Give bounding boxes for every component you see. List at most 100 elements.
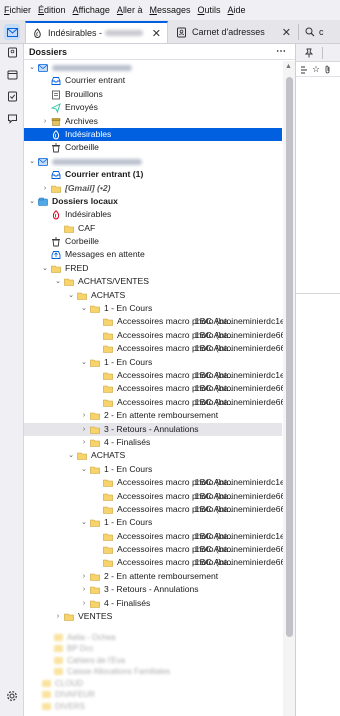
star-icon[interactable]: ☆ bbox=[312, 64, 320, 75]
folder-row[interactable]: Accessoires macro photo (ba... LBC Antoin… bbox=[24, 396, 295, 409]
folder-row[interactable]: › 3 - Retours - Annulations bbox=[24, 422, 282, 436]
folder-row[interactable]: Courrier entrant (1) bbox=[24, 168, 282, 181]
folder-row[interactable]: Accessoires macro photo (ba... LBC Antoin… bbox=[24, 476, 294, 489]
chevron-right-icon[interactable]: › bbox=[41, 182, 49, 195]
chevron-right-icon[interactable]: › bbox=[41, 115, 49, 128]
folder-row[interactable]: Indésirables bbox=[24, 127, 282, 142]
chevron-down-icon[interactable]: ⌄ bbox=[41, 262, 49, 275]
folder-row[interactable]: Accessoires macro photo (ba... LBC Antoin… bbox=[24, 382, 295, 395]
menu-affichage[interactable]: Affichage bbox=[73, 5, 110, 15]
folder-label-extra: LBC Antoineminierde6668 bbox=[195, 557, 295, 568]
attachment-icon[interactable] bbox=[324, 65, 331, 74]
folder-row[interactable]: ⌄ 1 - En Cours bbox=[24, 356, 282, 369]
folder-label: 2 - En attente remboursement bbox=[104, 570, 219, 581]
folder-row[interactable]: Accessoires macro photo (ba... LBC Antoin… bbox=[24, 543, 295, 556]
chevron-down-icon[interactable]: ⌄ bbox=[80, 356, 88, 369]
folder-row[interactable]: ⌄ 1 - En Cours bbox=[24, 302, 282, 315]
folder-icon bbox=[103, 492, 113, 502]
chevron-right-icon[interactable]: › bbox=[80, 570, 88, 583]
folder-row[interactable]: Accessoires macro photo (ba... LBC Antoin… bbox=[24, 342, 295, 355]
chevron-right-icon[interactable]: › bbox=[80, 409, 88, 422]
folder-label: Aelia - Ochea bbox=[67, 632, 116, 642]
account-row[interactable]: ⌄ bbox=[24, 61, 282, 74]
tab-search[interactable]: c bbox=[305, 21, 324, 43]
folder-icon bbox=[90, 425, 100, 435]
folder-row[interactable]: ⌄ ACHATS/VENTES bbox=[24, 275, 282, 288]
folder-row[interactable]: Courrier entrant bbox=[24, 74, 282, 87]
folder-row[interactable]: Messages en attente bbox=[24, 248, 282, 261]
chevron-right-icon[interactable]: › bbox=[80, 436, 88, 449]
menu-édition[interactable]: Édition bbox=[38, 5, 66, 15]
tab-address-book[interactable]: Carnet d'adresses ✕ bbox=[170, 21, 297, 43]
chevron-down-icon[interactable]: ⌄ bbox=[28, 195, 36, 208]
chevron-right-icon[interactable]: › bbox=[80, 597, 88, 610]
more-options-icon[interactable]: ⋯ bbox=[276, 46, 287, 57]
tab-label: c bbox=[319, 27, 324, 37]
folder-row[interactable]: Accessoires macro photo (ba... LBC Antoin… bbox=[24, 369, 294, 382]
folder-icon bbox=[90, 585, 100, 595]
inbox-icon bbox=[51, 76, 61, 86]
folder-row[interactable]: Corbeille bbox=[24, 235, 282, 248]
menu-aller-à[interactable]: Aller à bbox=[117, 5, 143, 15]
folder-row[interactable]: CAF bbox=[24, 222, 282, 235]
close-icon[interactable]: ✕ bbox=[152, 27, 161, 40]
folder-row[interactable]: Accessoires macro photo (ba... LBC Antoin… bbox=[24, 329, 295, 342]
menu-aide[interactable]: Aide bbox=[228, 5, 246, 15]
folder-row[interactable]: › [Gmail] (•2) bbox=[24, 182, 282, 195]
chevron-down-icon[interactable]: ⌄ bbox=[67, 289, 75, 302]
chevron-down-icon[interactable]: ⌄ bbox=[54, 275, 62, 288]
menu-outils[interactable]: Outils bbox=[197, 5, 220, 15]
account-row[interactable]: ⌄ Dossiers locaux bbox=[24, 195, 282, 208]
folder-row[interactable]: Accessoires macro photo (ba... LBC Antoin… bbox=[24, 490, 295, 503]
folder-row[interactable]: › 4 - Finalisés bbox=[24, 436, 282, 449]
folder-row[interactable]: Accessoires macro photo (ba... LBC Antoin… bbox=[24, 503, 295, 516]
chevron-down-icon[interactable]: ⌄ bbox=[80, 463, 88, 476]
menu-fichier[interactable]: Fichier bbox=[4, 5, 31, 15]
folder-row[interactable]: Accessoires macro photo (ba... LBC Antoin… bbox=[24, 530, 294, 543]
scroll-up-icon[interactable]: ▲ bbox=[285, 63, 292, 70]
folder-row[interactable]: Accessoires macro photo (ba... LBC Antoin… bbox=[24, 315, 294, 328]
folder-label: ACHATS bbox=[91, 289, 126, 300]
folder-row[interactable]: › 2 - En attente remboursement bbox=[24, 570, 282, 583]
folder-row[interactable]: ⌄ ACHATS bbox=[24, 449, 282, 462]
folder-row[interactable]: Corbeille bbox=[24, 141, 282, 154]
chevron-down-icon[interactable]: ⌄ bbox=[67, 449, 75, 462]
mail-space-button[interactable] bbox=[0, 20, 24, 44]
chevron-down-icon[interactable]: ⌄ bbox=[80, 516, 88, 529]
chat-space-button[interactable] bbox=[4, 110, 20, 126]
folder-row[interactable]: › 3 - Retours - Annulations bbox=[24, 583, 282, 596]
pin-icon[interactable] bbox=[304, 48, 314, 58]
folder-row[interactable]: ⌄ 1 - En Cours bbox=[24, 516, 282, 529]
folder-row[interactable]: Accessoires macro photo (ba... LBC Antoin… bbox=[24, 556, 295, 569]
chevron-right-icon[interactable]: › bbox=[80, 423, 88, 436]
menu-bar: Fichier Édition Affichage Aller à Messages Ou… bbox=[0, 0, 340, 20]
folder-row[interactable]: › 2 - En attente remboursement bbox=[24, 409, 282, 422]
chevron-right-icon[interactable]: › bbox=[54, 610, 62, 623]
folder-row[interactable]: ⌄ FRED bbox=[24, 262, 282, 275]
close-icon[interactable]: ✕ bbox=[282, 26, 291, 39]
menu-messages[interactable]: Messages bbox=[149, 5, 190, 15]
chevron-down-icon[interactable]: ⌄ bbox=[28, 61, 36, 74]
folder-label: ACHATS/VENTES bbox=[78, 276, 149, 287]
folder-row[interactable]: Envoyés bbox=[24, 101, 282, 114]
chevron-down-icon[interactable]: ⌄ bbox=[28, 155, 36, 168]
folder-row[interactable]: › VENTES bbox=[24, 610, 282, 623]
folder-row[interactable]: ⌄ 1 - En Cours bbox=[24, 463, 282, 476]
calendar-space-button[interactable] bbox=[4, 66, 20, 82]
redacted-account-name bbox=[105, 30, 144, 36]
address-book-space-button[interactable] bbox=[4, 44, 20, 60]
chevron-down-icon[interactable]: ⌄ bbox=[80, 302, 88, 315]
folder-row[interactable]: Indésirables bbox=[24, 208, 282, 221]
folder-row[interactable]: › 4 - Finalisés bbox=[24, 597, 282, 610]
scrollbar-thumb[interactable] bbox=[286, 77, 293, 637]
thread-icon[interactable] bbox=[300, 66, 308, 74]
folder-row[interactable]: ⌄ ACHATS bbox=[24, 289, 282, 302]
folder-row[interactable]: Brouillons bbox=[24, 88, 282, 101]
folder-row[interactable]: › Archives bbox=[24, 115, 282, 128]
chevron-right-icon[interactable]: › bbox=[80, 583, 88, 596]
tasks-space-button[interactable] bbox=[4, 88, 20, 104]
account-row[interactable]: ⌄ bbox=[24, 155, 282, 168]
settings-button[interactable] bbox=[4, 688, 20, 704]
tab-junk[interactable]: Indésirables - ✕ bbox=[25, 21, 168, 43]
folder-pane-scrollbar[interactable]: ▲ bbox=[283, 61, 295, 716]
